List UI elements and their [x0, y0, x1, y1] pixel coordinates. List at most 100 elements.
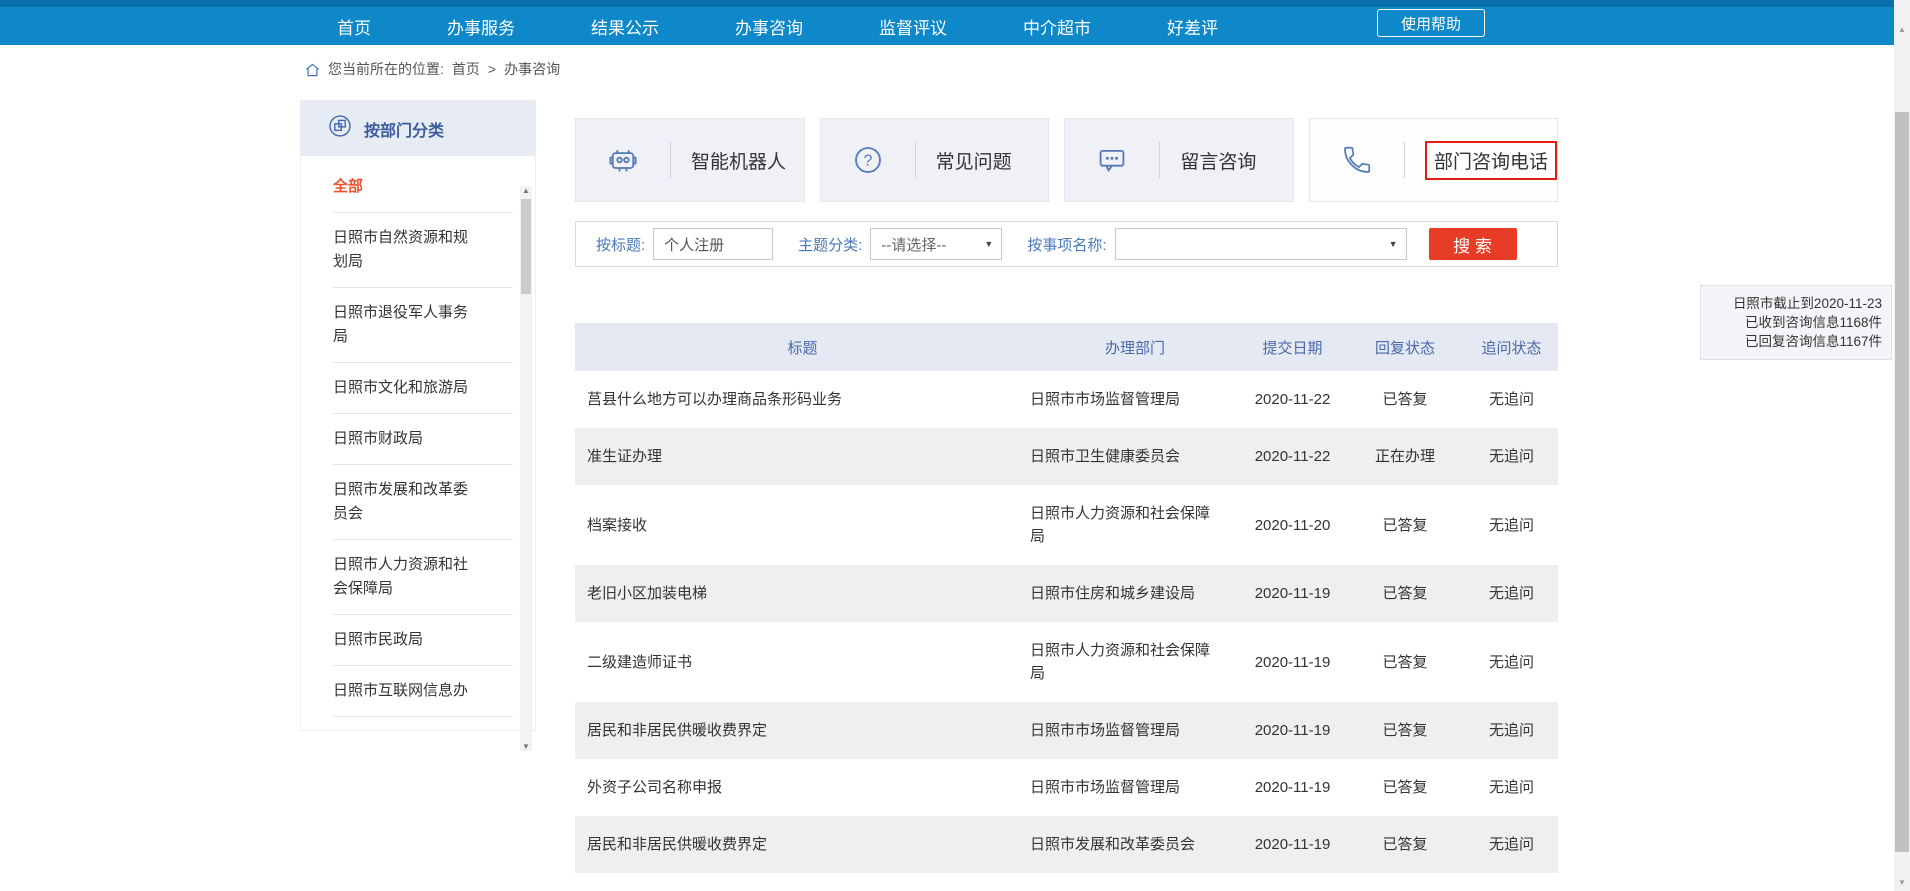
cell-date: 2020-11-20	[1240, 485, 1345, 565]
cell-reply-status: 已答复	[1345, 816, 1465, 873]
cell-department: 日照市住房和城乡建设局	[1030, 565, 1240, 622]
sidebar-item-label: 全部	[333, 175, 478, 199]
tab-divider	[915, 142, 916, 178]
cell-reply-status: 已答复	[1345, 371, 1465, 428]
cell-reply-status: 正在办理	[1345, 428, 1465, 485]
table-row[interactable]: 二级建造师证书日照市人力资源和社会保障局2020-11-19已答复无追问	[575, 622, 1558, 702]
sidebar-item-label: 日照市民政局	[333, 628, 478, 652]
table-row[interactable]: 外资子公司名称申报日照市市场监督管理局2020-11-19已答复无追问	[575, 759, 1558, 816]
cell-title[interactable]: 档案接收	[575, 485, 1030, 565]
breadcrumb-prefix: 您当前所在的位置:	[328, 59, 444, 79]
cell-title[interactable]: 老旧小区加装电梯	[575, 565, 1030, 622]
tab-label: 智能机器人	[691, 147, 786, 174]
title-search-input[interactable]	[653, 228, 773, 260]
tab-card-2[interactable]: ? 常见问题	[820, 118, 1050, 202]
cell-title[interactable]: 准生证办理	[575, 428, 1030, 485]
sidebar-item-label: 日照市自然资源和规划局	[333, 226, 478, 274]
sidebar-item-9[interactable]: 日照市互联网信息办	[333, 666, 513, 717]
sidebar-item-1[interactable]: 全部	[333, 162, 513, 213]
column-header-5: 追问状态	[1465, 323, 1558, 371]
cell-title[interactable]: 居民和非居民供暖收费界定	[575, 816, 1030, 873]
cell-title[interactable]: 二级建造师证书	[575, 622, 1030, 702]
cell-title[interactable]: 外资子公司名称申报	[575, 759, 1030, 816]
tab-divider	[1404, 142, 1405, 178]
question-icon: ?	[821, 144, 915, 176]
cell-date: 2020-11-22	[1240, 428, 1345, 485]
cell-department: 日照市市场监督管理局	[1030, 759, 1240, 816]
cell-followup-status: 无追问	[1465, 702, 1558, 759]
category-icon	[327, 113, 353, 144]
sidebar-item-7[interactable]: 日照市人力资源和社会保障局	[333, 540, 513, 615]
title-filter-label: 按标题:	[596, 234, 645, 255]
cell-date: 2020-11-19	[1240, 702, 1345, 759]
cell-date: 2020-11-19	[1240, 622, 1345, 702]
tab-label: 常见问题	[936, 147, 1012, 174]
sidebar-item-label: 日照市文化和旅游局	[333, 376, 478, 400]
nav-item-6[interactable]: 中介超市	[1023, 14, 1091, 39]
cell-department: 日照市人力资源和社会保障局	[1030, 622, 1240, 702]
table-row[interactable]: 准生证办理日照市卫生健康委员会2020-11-22正在办理无追问	[575, 428, 1558, 485]
table-row[interactable]: 莒县什么地方可以办理商品条形码业务日照市市场监督管理局2020-11-22已答复…	[575, 371, 1558, 428]
cell-department: 日照市发展和改革委员会	[1030, 816, 1240, 873]
sidebar-scrollbar[interactable]: ▲ ▼	[520, 186, 532, 751]
sidebar-scrollbar-thumb[interactable]	[521, 199, 531, 294]
stats-box: 日照市截止到2020-11-23 已收到咨询信息1168件 已回复咨询信息116…	[1700, 285, 1892, 360]
stats-line-received: 已收到咨询信息1168件	[1710, 313, 1882, 332]
sidebar-item-label: 日照市发展和改革委员会	[333, 478, 478, 526]
scroll-down-icon[interactable]: ▼	[1894, 878, 1910, 887]
search-button[interactable]: 搜 索	[1429, 228, 1517, 260]
column-header-4: 回复状态	[1345, 323, 1465, 371]
consult-channel-tabs: 智能机器人? 常见问题 留言咨询部门咨询电话	[575, 118, 1558, 202]
sidebar-department-filter: 按部门分类 全部日照市自然资源和规划局日照市退役军人事务局日照市文化和旅游局日照…	[300, 100, 536, 731]
sidebar-item-3[interactable]: 日照市退役军人事务局	[333, 288, 513, 363]
nav-item-3[interactable]: 结果公示	[591, 14, 659, 39]
column-header-3: 提交日期	[1240, 323, 1345, 371]
sidebar-item-6[interactable]: 日照市发展和改革委员会	[333, 465, 513, 540]
cell-date: 2020-11-19	[1240, 816, 1345, 873]
table-row[interactable]: 居民和非居民供暖收费界定日照市发展和改革委员会2020-11-19已答复无追问	[575, 816, 1558, 873]
tab-card-4[interactable]: 部门咨询电话	[1309, 118, 1558, 202]
sidebar-item-4[interactable]: 日照市文化和旅游局	[333, 363, 513, 414]
cell-title[interactable]: 居民和非居民供暖收费界定	[575, 702, 1030, 759]
sidebar-item-2[interactable]: 日照市自然资源和规划局	[333, 213, 513, 288]
message-icon	[1065, 144, 1159, 176]
scroll-down-icon[interactable]: ▼	[520, 742, 532, 751]
table-row[interactable]: 老旧小区加装电梯日照市住房和城乡建设局2020-11-19已答复无追问	[575, 565, 1558, 622]
sidebar-item-8[interactable]: 日照市民政局	[333, 615, 513, 666]
scroll-up-icon[interactable]: ▲	[1894, 25, 1910, 34]
help-button[interactable]: 使用帮助	[1377, 9, 1485, 37]
topic-select-value: --请选择--	[881, 234, 946, 255]
cell-followup-status: 无追问	[1465, 565, 1558, 622]
breadcrumb-home-link[interactable]: 首页	[452, 59, 480, 79]
cell-followup-status: 无追问	[1465, 622, 1558, 702]
consultation-table: 标题办理部门提交日期回复状态追问状态 莒县什么地方可以办理商品条形码业务日照市市…	[575, 323, 1558, 873]
nav-item-1[interactable]: 首页	[337, 14, 371, 39]
cell-date: 2020-11-22	[1240, 371, 1345, 428]
breadcrumb-separator: >	[488, 61, 496, 77]
page-scrollbar[interactable]: ▲ ▼	[1894, 0, 1910, 891]
table-row[interactable]: 居民和非居民供暖收费界定日照市市场监督管理局2020-11-19已答复无追问	[575, 702, 1558, 759]
item-name-select[interactable]: ▼	[1115, 228, 1407, 260]
cell-reply-status: 已答复	[1345, 565, 1465, 622]
cell-date: 2020-11-19	[1240, 759, 1345, 816]
sidebar-item-label: 日照市互联网信息办	[333, 679, 478, 703]
nav-item-2[interactable]: 办事服务	[447, 14, 515, 39]
robot-icon	[576, 144, 670, 176]
cell-department: 日照市卫生健康委员会	[1030, 428, 1240, 485]
cell-reply-status: 已答复	[1345, 759, 1465, 816]
tab-card-3[interactable]: 留言咨询	[1064, 118, 1294, 202]
tab-card-1[interactable]: 智能机器人	[575, 118, 805, 202]
breadcrumb: 您当前所在的位置: 首页 > 办事咨询	[305, 58, 560, 80]
scroll-up-icon[interactable]: ▲	[520, 186, 532, 195]
cell-title[interactable]: 莒县什么地方可以办理商品条形码业务	[575, 371, 1030, 428]
topic-select[interactable]: --请选择-- ▼	[870, 228, 1002, 260]
nav-item-4[interactable]: 办事咨询	[735, 14, 803, 39]
nav-item-5[interactable]: 监督评议	[879, 14, 947, 39]
table-row[interactable]: 档案接收日照市人力资源和社会保障局2020-11-20已答复无追问	[575, 485, 1558, 565]
nav-item-7[interactable]: 好差评	[1167, 14, 1218, 39]
sidebar-item-5[interactable]: 日照市财政局	[333, 414, 513, 465]
cell-followup-status: 无追问	[1465, 428, 1558, 485]
breadcrumb-current[interactable]: 办事咨询	[504, 59, 560, 79]
page-scrollbar-thumb[interactable]	[1895, 112, 1909, 852]
cell-department: 日照市人力资源和社会保障局	[1030, 485, 1240, 565]
